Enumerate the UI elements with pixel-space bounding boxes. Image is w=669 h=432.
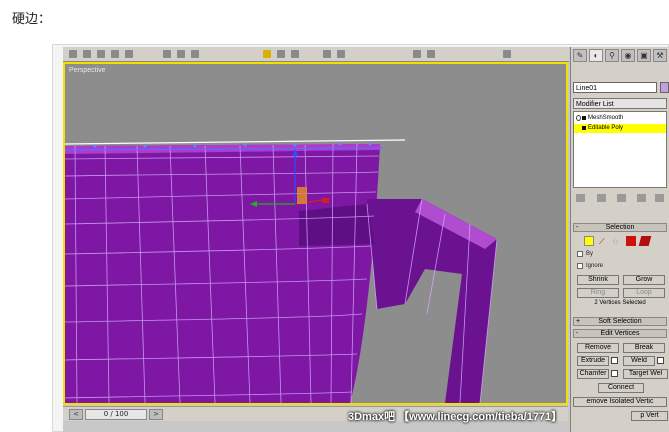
schematic-icon[interactable] xyxy=(427,50,435,58)
edit-vertices-rollout-header[interactable]: - Edit Vertices xyxy=(573,329,667,338)
stack-tools xyxy=(573,194,667,204)
chamfer-button[interactable]: Chamfer xyxy=(577,369,609,379)
selection-status: 2 Vertices Selected xyxy=(594,300,646,306)
modifier-stack: MeshSmooth Editable Poly xyxy=(573,111,667,188)
undo-icon[interactable] xyxy=(97,50,105,58)
utilities-tab-icon[interactable]: ⚒ xyxy=(653,49,667,62)
ignore-backfacing-checkbox[interactable] xyxy=(577,263,583,269)
weld-button[interactable]: Weld xyxy=(623,356,655,366)
mirror-icon[interactable] xyxy=(277,50,285,58)
quick-render-icon[interactable] xyxy=(503,50,511,58)
watermark: 3Dmax吧 【www.linecg.com/tieba/1771】 xyxy=(348,411,563,423)
post-text: 硬边： xyxy=(12,12,52,27)
main-toolbar xyxy=(63,47,569,62)
vertex-mode-icon[interactable] xyxy=(584,236,594,246)
polygon-mode-icon[interactable] xyxy=(626,236,636,246)
rollout-title: Soft Selection xyxy=(598,318,642,325)
max-application: Perspective < 0 / 100 > ✎ ◐ ⚲ ◉ ▣ ⚒ Line… xyxy=(63,47,669,432)
by-vertex-checkbox[interactable] xyxy=(577,251,583,257)
shrink-button[interactable]: Shrink xyxy=(577,275,619,285)
scale-icon[interactable] xyxy=(191,50,199,58)
object-name-field[interactable]: Line01 xyxy=(573,82,657,93)
break-button[interactable]: Break xyxy=(623,343,665,353)
selection-rollout-header[interactable]: - Selection xyxy=(573,223,667,232)
extrude-settings-icon[interactable] xyxy=(611,357,618,364)
rollout-title: Selection xyxy=(605,224,635,231)
move-icon[interactable] xyxy=(163,50,171,58)
align-icon[interactable] xyxy=(291,50,299,58)
select-region-icon[interactable] xyxy=(83,50,91,58)
by-vertex-label: By xyxy=(586,251,594,257)
modifier-list-dropdown[interactable]: Modifier List xyxy=(573,98,667,109)
ignore-backfacing-label: Ignore xyxy=(586,263,604,269)
snap-icon[interactable] xyxy=(263,50,271,58)
link-icon[interactable] xyxy=(125,50,133,58)
grow-button[interactable]: Grow xyxy=(623,275,665,285)
display-tab-icon[interactable]: ▣ xyxy=(637,49,651,62)
weld-settings-icon[interactable] xyxy=(657,357,664,364)
show-end-result-icon[interactable] xyxy=(597,194,606,202)
rotate-icon[interactable] xyxy=(177,50,185,58)
curve-editor-icon[interactable] xyxy=(413,50,421,58)
extrude-button[interactable]: Extrude xyxy=(577,356,609,366)
stack-item-meshsmooth[interactable]: MeshSmooth xyxy=(574,114,666,123)
rollout-title: Edit Vertices xyxy=(600,330,640,337)
ring-button[interactable]: Ring xyxy=(577,288,619,298)
prev-frame-button[interactable]: < xyxy=(69,409,83,420)
select-tool-icon[interactable] xyxy=(69,50,77,58)
target-weld-button[interactable]: Target Wel xyxy=(623,369,668,379)
connect-button[interactable]: Connect xyxy=(598,383,644,393)
stack-item-editable-poly[interactable]: Editable Poly xyxy=(574,124,666,133)
chamfer-settings-icon[interactable] xyxy=(611,370,618,377)
material-editor-icon[interactable] xyxy=(323,50,331,58)
pin-stack-icon[interactable] xyxy=(576,194,585,202)
modify-tab-icon[interactable]: ◐ xyxy=(589,49,603,62)
object-color-swatch[interactable] xyxy=(660,82,669,93)
next-frame-button[interactable]: > xyxy=(149,409,163,420)
loop-button[interactable]: Loop xyxy=(623,288,665,298)
remove-isolated-vertices-button[interactable]: emove Isolated Vertic xyxy=(573,397,667,407)
remove-modifier-icon[interactable] xyxy=(637,194,646,202)
mug-mesh xyxy=(65,139,498,403)
expand-icon[interactable] xyxy=(582,116,586,120)
expand-icon[interactable] xyxy=(582,126,586,130)
soft-selection-rollout-header[interactable]: + Soft Selection xyxy=(573,317,667,326)
command-panel: ✎ ◐ ⚲ ◉ ▣ ⚒ Line01 Modifier List MeshSmo… xyxy=(570,47,669,432)
redo-icon[interactable] xyxy=(111,50,119,58)
border-mode-icon[interactable]: ◌ xyxy=(612,236,622,246)
edge-mode-icon[interactable]: ⟋ xyxy=(598,236,608,246)
stack-item-label: MeshSmooth xyxy=(588,115,624,121)
light-bulb-icon[interactable] xyxy=(576,115,581,121)
perspective-viewport[interactable]: Perspective xyxy=(63,62,568,405)
element-mode-icon[interactable] xyxy=(638,236,652,246)
motion-tab-icon[interactable]: ◉ xyxy=(621,49,635,62)
make-unique-icon[interactable] xyxy=(617,194,626,202)
remove-unused-map-verts-button[interactable]: p Vert xyxy=(631,411,668,421)
frame-counter[interactable]: 0 / 100 xyxy=(85,409,147,420)
create-tab-icon[interactable]: ✎ xyxy=(573,49,587,62)
stack-item-label: Editable Poly xyxy=(588,125,624,131)
hierarchy-tab-icon[interactable]: ⚲ xyxy=(605,49,619,62)
configure-sets-icon[interactable] xyxy=(655,194,664,202)
render-icon[interactable] xyxy=(337,50,345,58)
remove-button[interactable]: Remove xyxy=(577,343,619,353)
